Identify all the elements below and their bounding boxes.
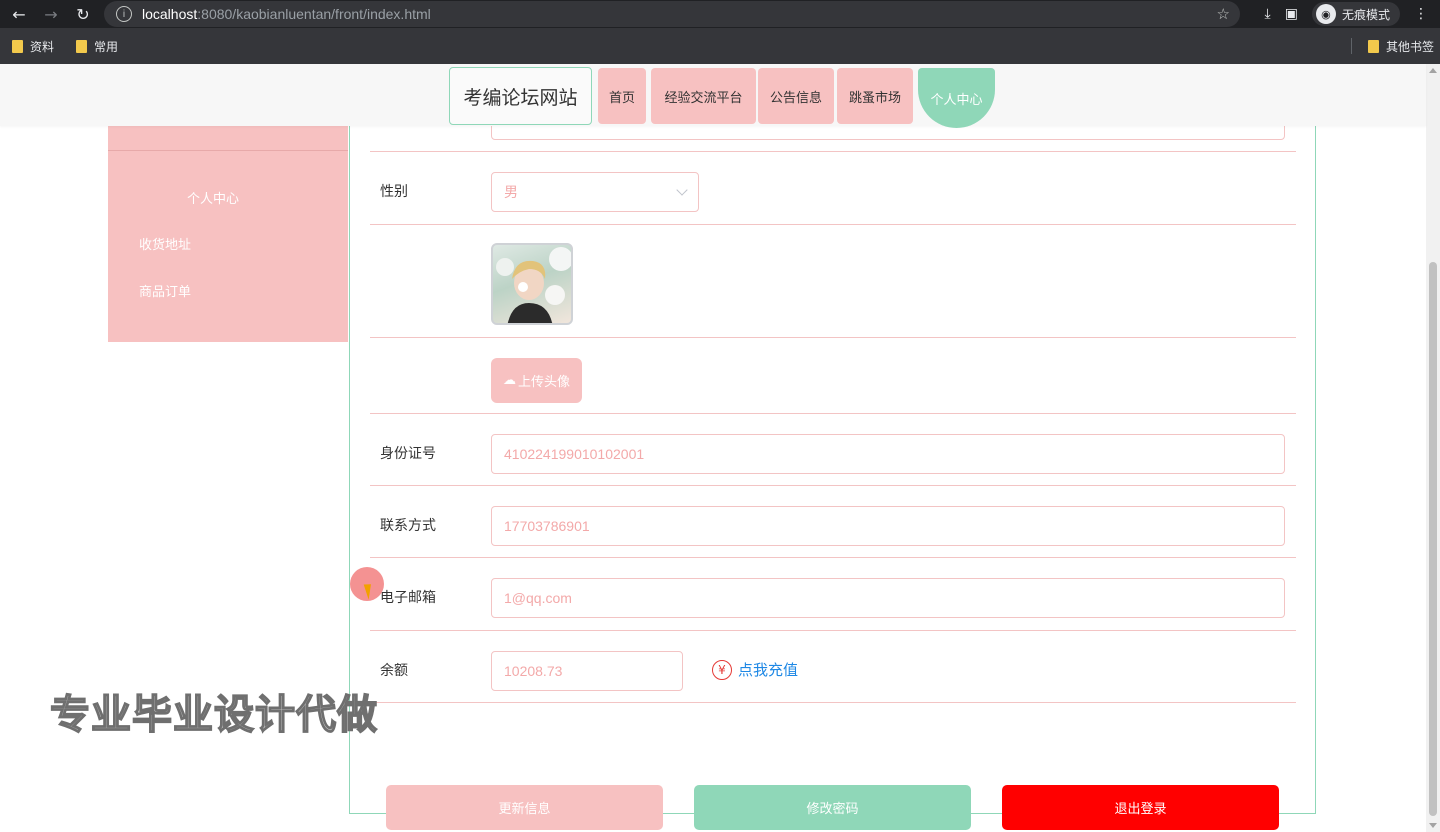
scroll-thumb[interactable] <box>1429 262 1437 816</box>
email-input[interactable]: 1@qq.com <box>491 578 1285 618</box>
folder-icon <box>76 39 88 53</box>
page-scrollbar[interactable] <box>1426 64 1440 832</box>
form-row-balance: 余额 10208.73 ¥ 点我充值 <box>370 631 1296 703</box>
avatar-image <box>491 243 573 325</box>
watermark-text: 专业毕业设计代做 <box>49 691 378 739</box>
url-host: localhost <box>142 6 198 22</box>
id-label: 身份证号 <box>380 446 436 462</box>
form-row-upload: ☁ 上传头像 <box>370 338 1296 414</box>
incognito-badge[interactable]: ◉ 无痕模式 <box>1311 2 1400 26</box>
update-info-button[interactable]: 更新信息 <box>386 785 663 830</box>
change-password-button[interactable]: 修改密码 <box>694 785 971 830</box>
browser-toolbar: ← → ↻ i localhost:8080/kaobianluentan/fr… <box>0 0 1440 28</box>
menu-icon[interactable]: ⋮ <box>1414 6 1428 22</box>
profile-form: 性别 男 ☁ 上传头像 身份证号 410224199010102001 联系方式… <box>349 110 1316 830</box>
yen-icon: ¥ <box>712 659 732 680</box>
sidebar-title[interactable]: 个人中心 <box>108 188 318 207</box>
nav-flea-market[interactable]: 跳蚤市场 <box>837 68 913 124</box>
bookmark-label: 常用 <box>94 39 119 54</box>
bookmark-folder-ziliao[interactable]: 资料 <box>12 38 54 55</box>
folder-icon <box>1367 39 1379 53</box>
form-row-gender: 性别 男 <box>370 152 1296 225</box>
folder-icon <box>12 39 23 53</box>
bookmark-star-icon[interactable]: ☆ <box>1217 5 1230 23</box>
nav-announcements[interactable]: 公告信息 <box>758 68 834 124</box>
balance-input[interactable]: 10208.73 <box>491 651 683 691</box>
form-row-phone: 联系方式 17703786901 <box>370 486 1296 558</box>
upload-label: 上传头像 <box>517 375 570 390</box>
other-bookmarks[interactable]: 其他书签 <box>1367 38 1434 55</box>
address-bar[interactable]: i localhost:8080/kaobianluentan/front/in… <box>104 1 1240 27</box>
site-nav: 考编论坛网站 首页 经验交流平台 公告信息 跳蚤市场 个人中心 <box>0 64 1426 128</box>
logout-button[interactable]: 退出登录 <box>1002 785 1279 830</box>
nav-personal-center[interactable]: 个人中心 <box>918 68 995 128</box>
incognito-icon: ◉ <box>1315 4 1336 24</box>
chevron-down-icon <box>676 184 688 196</box>
sidebar-divider <box>108 150 348 151</box>
back-icon[interactable]: ← <box>10 5 28 24</box>
bookmark-label: 资料 <box>30 39 55 54</box>
download-icon[interactable]: ⤓ <box>1265 6 1271 22</box>
scroll-up-icon[interactable] <box>1429 68 1437 73</box>
gender-label: 性别 <box>380 184 408 200</box>
form-row-top <box>370 110 1296 152</box>
gender-value: 男 <box>504 184 518 200</box>
phone-input[interactable]: 17703786901 <box>491 506 1285 546</box>
other-bookmarks-label: 其他书签 <box>1385 39 1434 54</box>
cloud-upload-icon: ☁ <box>502 373 516 388</box>
email-label: 电子邮箱 <box>380 590 436 606</box>
bookmark-separator <box>1351 38 1352 54</box>
scroll-down-icon[interactable] <box>1429 823 1437 828</box>
recharge-label: 点我充值 <box>738 661 799 679</box>
id-number-input[interactable]: 410224199010102001 <box>491 434 1285 474</box>
incognito-label: 无痕模式 <box>1341 7 1390 22</box>
balance-label: 余额 <box>380 663 408 679</box>
form-row-avatar <box>370 225 1296 338</box>
upload-avatar-button[interactable]: ☁ 上传头像 <box>491 358 582 403</box>
bookmarks-bar: 资料 常用 其他书签 <box>0 28 1440 64</box>
sidepanel-icon[interactable]: ▣ <box>1285 6 1298 22</box>
page-viewport: 考编论坛网站 首页 经验交流平台 公告信息 跳蚤市场 个人中心 个人中心 收货地… <box>0 64 1440 832</box>
url-path: :8080/kaobianluentan/front/index.html <box>197 6 431 22</box>
bookmark-folder-changyong[interactable]: 常用 <box>76 38 118 55</box>
reload-icon[interactable]: ↻ <box>74 5 92 24</box>
sidebar-item-address[interactable]: 收货地址 <box>139 234 191 253</box>
nav-home[interactable]: 首页 <box>598 68 646 124</box>
forward-icon[interactable]: → <box>42 5 60 24</box>
form-row-id: 身份证号 410224199010102001 <box>370 414 1296 486</box>
sidebar: 个人中心 收货地址 商品订单 <box>108 126 348 342</box>
gender-select[interactable]: 男 <box>491 172 699 212</box>
site-logo[interactable]: 考编论坛网站 <box>449 67 592 125</box>
info-icon[interactable]: i <box>116 6 132 22</box>
phone-label: 联系方式 <box>380 518 436 534</box>
nav-experience[interactable]: 经验交流平台 <box>651 68 756 124</box>
form-row-email: 电子邮箱 1@qq.com <box>370 558 1296 631</box>
sidebar-item-orders[interactable]: 商品订单 <box>139 281 191 300</box>
recharge-link[interactable]: ¥ 点我充值 <box>712 659 798 680</box>
